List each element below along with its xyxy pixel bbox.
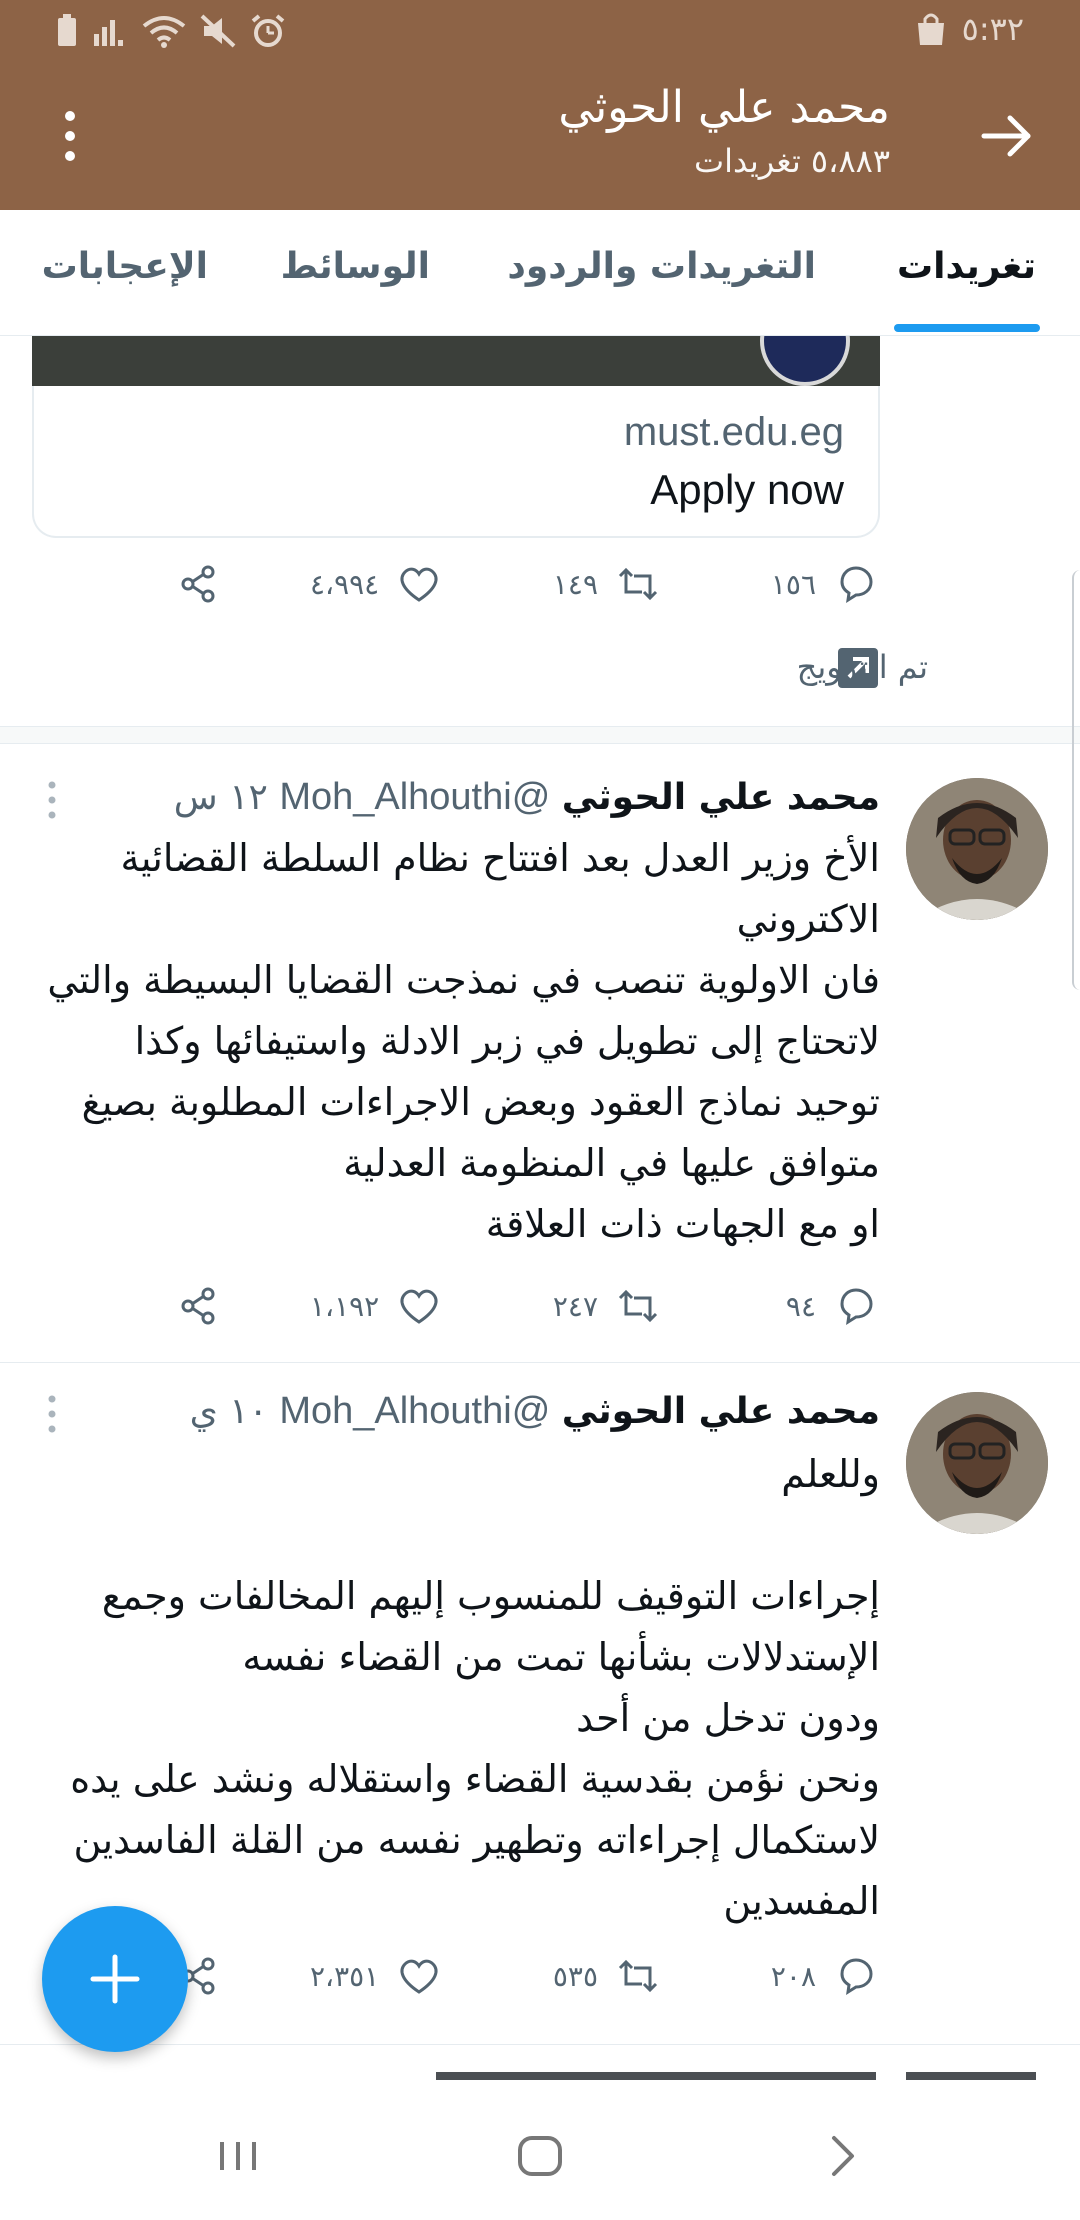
plus-icon — [90, 1954, 140, 2004]
reply-icon — [840, 566, 873, 603]
mute-icon — [200, 14, 236, 48]
promo-action-bar: ٤،٩٩٤ ١٤٩ ١٥٦ — [0, 562, 1080, 622]
reply-count: ٢٠٨ — [770, 1959, 816, 1993]
tab-likes[interactable]: الإعجابات — [42, 246, 208, 287]
tweet-header: محمد علي الحوثي @Moh_Alhouthi ١٠ ي — [190, 1390, 880, 1433]
status-time: ٥:٣٢ — [961, 10, 1024, 48]
home-icon[interactable] — [510, 2126, 570, 2186]
reply-icon — [840, 1288, 873, 1325]
reply-count: ٩٤ — [785, 1289, 816, 1323]
heart-icon — [400, 1959, 438, 1994]
promo-link-card[interactable]: must.edu.eg Apply now — [32, 386, 880, 538]
promo-domain: must.edu.eg — [623, 410, 844, 454]
page-title: محمد علي الحوثي — [558, 82, 890, 133]
active-tab-indicator — [894, 324, 1040, 332]
reply-button[interactable]: ٢٠٨ — [766, 1954, 878, 1998]
battery-icon — [58, 14, 76, 46]
retweet-count: ٢٤٧ — [552, 1289, 598, 1323]
author-handle[interactable]: @Moh_Alhouthi — [279, 1390, 550, 1432]
tab-tweets[interactable]: تغريدات — [897, 246, 1036, 287]
reply-button[interactable]: ٩٤ — [766, 1284, 878, 1328]
like-count: ٢،٣٥١ — [310, 1959, 380, 1993]
status-bar: ٥:٣٢ — [0, 0, 1080, 62]
retweet-button[interactable]: ٢٤٧ — [548, 1284, 660, 1328]
tweet-time: ١٠ ي — [189, 1391, 268, 1432]
like-button[interactable]: ٢،٣٥١ — [310, 1954, 441, 1998]
promo-cta[interactable]: Apply now — [650, 466, 844, 514]
retweet-count: ٥٣٥ — [552, 1959, 598, 1993]
share-button[interactable] — [176, 562, 220, 606]
retweet-icon — [618, 1959, 658, 1993]
recent-apps-icon[interactable] — [208, 2126, 268, 2186]
author-name[interactable]: محمد علي الحوثي — [562, 777, 880, 818]
retweet-button[interactable]: ٥٣٥ — [548, 1954, 660, 1998]
back-arrow-icon[interactable] — [976, 106, 1036, 166]
heart-icon — [400, 567, 438, 602]
like-button[interactable]: ٤،٩٩٤ — [310, 562, 441, 606]
avatar[interactable] — [906, 1392, 1048, 1534]
tweet-divider — [0, 2044, 1080, 2045]
profile-tabs: تغريدات التغريدات والردود الوسائط الإعجا… — [0, 210, 1080, 336]
heart-icon — [400, 1289, 438, 1324]
signal-icon — [94, 20, 123, 46]
alarm-icon — [251, 14, 285, 47]
author-name[interactable]: محمد علي الحوثي — [562, 1391, 880, 1432]
retweet-icon — [618, 567, 658, 601]
reply-icon — [840, 1958, 873, 1995]
university-logo — [760, 336, 850, 386]
share-button[interactable] — [176, 1284, 220, 1328]
promo-media-image[interactable] — [32, 336, 880, 386]
retweet-button[interactable]: ١٤٩ — [548, 562, 660, 606]
status-icons-left — [56, 14, 286, 48]
retweet-count: ١٤٩ — [552, 567, 598, 601]
compose-tweet-button[interactable] — [42, 1906, 188, 2052]
tweet-text: الأخ وزير العدل بعد افتتاح نظام السلطة ا… — [47, 836, 880, 1246]
shopping-bag-icon — [917, 13, 944, 45]
like-count: ٤،٩٩٤ — [310, 567, 380, 601]
promoted-label: تم الترويج — [796, 648, 928, 686]
retweet-icon — [618, 1289, 658, 1323]
profile-header: محمد علي الحوثي ٥،٨٨٣ تغريدات — [0, 62, 1080, 210]
edge-panel-handle[interactable] — [1072, 570, 1080, 990]
tweet-more-icon[interactable] — [44, 780, 60, 820]
tweet-divider — [0, 1362, 1080, 1363]
like-count: ١،١٩٢ — [310, 1289, 380, 1323]
tab-media[interactable]: الوسائط — [281, 246, 430, 287]
tab-tweets-and-replies[interactable]: التغريدات والردود — [507, 246, 816, 287]
avatar[interactable] — [906, 778, 1048, 920]
tweet-text: وللعلم إجراءات التوقيف للمنسوب إليهم الم… — [70, 1452, 880, 1923]
tweet-more-icon[interactable] — [44, 1394, 60, 1434]
reply-count: ١٥٦ — [770, 567, 816, 601]
reply-button[interactable]: ١٥٦ — [766, 562, 878, 606]
tweet-action-bar: ١،١٩٢ ٢٤٧ ٩٤ — [0, 1284, 1080, 1344]
status-icons-right: ٥:٣٢ — [914, 10, 1024, 48]
section-divider — [0, 726, 1080, 744]
wifi-icon — [142, 16, 186, 48]
more-options-icon[interactable] — [50, 108, 90, 164]
system-nav-bar — [0, 2080, 1080, 2220]
author-handle[interactable]: @Moh_Alhouthi — [279, 776, 550, 818]
share-icon — [181, 1287, 215, 1325]
tweet-count: ٥،٨٨٣ تغريدات — [694, 142, 890, 180]
tweet-header: محمد علي الحوثي @Moh_Alhouthi ١٢ س — [174, 776, 880, 819]
back-icon[interactable] — [812, 2126, 872, 2186]
tweet-time: ١٢ س — [173, 777, 268, 818]
like-button[interactable]: ١،١٩٢ — [310, 1284, 441, 1328]
share-icon — [181, 565, 215, 603]
